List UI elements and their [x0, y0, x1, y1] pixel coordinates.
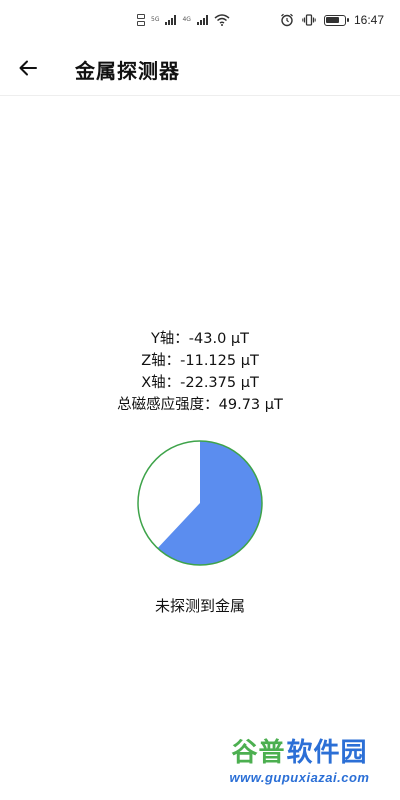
status-bar: 5G 4G 16:47: [0, 0, 400, 40]
battery-level: [326, 17, 340, 23]
sim-card-icon: [137, 14, 145, 19]
y-axis-reading: Y轴：-43.0 μT: [150, 331, 250, 347]
sim2-network-label: 4G: [182, 16, 191, 23]
app-bar: 金属探测器: [0, 40, 400, 96]
watermark-brand: 谷普 软件园: [231, 736, 367, 770]
page-title: 金属探测器: [75, 59, 180, 83]
z-axis-reading: Z轴：-11.125 μT: [141, 353, 259, 369]
status-left: 5G 4G: [137, 10, 230, 30]
status-right: 16:47: [280, 10, 384, 30]
sim-icons: [137, 14, 145, 26]
vibrate-icon: [302, 14, 316, 26]
magnetic-readings: Y轴：-43.0 μT Z轴：-11.125 μT X轴：-22.375 μT …: [0, 328, 400, 416]
wifi-icon: [214, 14, 230, 26]
watermark-url: www.gupuxiazai.com: [229, 770, 370, 785]
signal-strength-icon: [196, 15, 208, 25]
sim1-network-label: 5G: [151, 16, 160, 23]
watermark: 谷普 软件园 www.gupuxiazai.com: [207, 736, 392, 794]
total-field-reading: 总磁感应强度：49.73 μT: [117, 397, 283, 413]
alarm-clock-icon: [281, 13, 293, 27]
back-button[interactable]: [14, 54, 42, 82]
detection-status: 未探测到金属: [154, 597, 245, 615]
battery-icon: [323, 14, 349, 26]
sim-card-icon: [137, 21, 145, 26]
watermark-brand-part2: 软件园: [286, 738, 368, 768]
field-strength-gauge: [137, 440, 263, 566]
status-time: 16:47: [353, 13, 384, 27]
arrow-left-icon: [19, 60, 37, 76]
signal-strength-icon: [165, 15, 177, 25]
screen: 5G 4G 16:47 金属探测器 Y轴：-43.0 μT Z轴：-11.125…: [0, 0, 400, 800]
watermark-brand-part1: 谷普: [231, 738, 286, 768]
x-axis-reading: X轴：-22.375 μT: [141, 375, 259, 391]
